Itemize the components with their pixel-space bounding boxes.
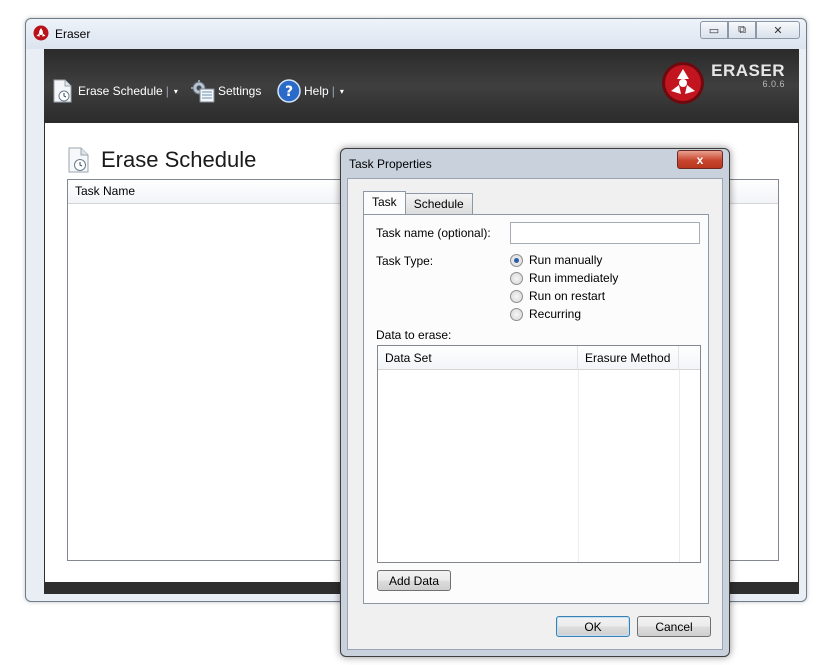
data-list-header: Data Set Erasure Method	[378, 346, 700, 370]
task-name-input[interactable]	[510, 222, 700, 244]
task-type-label: Task Type:	[376, 254, 434, 268]
eraser-logo: ERASER 6.0.6	[661, 61, 785, 105]
radio-run-immediately[interactable]: Run immediately	[510, 271, 618, 285]
erase-schedule-dropdown-icon[interactable]: ▾	[174, 87, 178, 96]
task-properties-dialog: Task Properties x Task Schedule Task nam…	[340, 148, 730, 657]
radio-label: Run immediately	[529, 271, 619, 285]
add-data-button[interactable]: Add Data	[377, 570, 451, 591]
schedule-page-icon	[68, 147, 89, 173]
column-header-data-set[interactable]: Data Set	[378, 346, 578, 370]
data-to-erase-list[interactable]: Data Set Erasure Method	[377, 345, 701, 563]
logo-wordmark: ERASER 6.0.6	[711, 61, 785, 89]
radio-button[interactable]	[510, 289, 523, 303]
tab-task[interactable]: Task	[363, 191, 406, 214]
radio-label: Recurring	[529, 307, 582, 321]
toolbar: Erase Schedule | ▾ Settings ? Help | ▾ E…	[44, 49, 799, 123]
help-dropdown-icon[interactable]: ▾	[340, 87, 344, 96]
column-header-task-name[interactable]: Task Name	[75, 184, 135, 198]
page-title-text: Erase Schedule	[101, 147, 257, 172]
radio-label: Run on restart	[529, 289, 606, 303]
toolbar-separator: |	[331, 84, 335, 98]
erase-schedule-label: Erase Schedule	[78, 84, 163, 98]
svg-text:?: ?	[285, 84, 293, 100]
logo-name: ERASER	[711, 61, 785, 80]
radio-button[interactable]	[510, 271, 523, 285]
radio-run-manually[interactable]: Run manually	[510, 253, 602, 267]
task-tab-panel: Task name (optional): Task Type: Run man…	[363, 214, 709, 604]
task-name-label: Task name (optional):	[376, 226, 491, 240]
radio-run-on-restart[interactable]: Run on restart	[510, 289, 605, 303]
radio-button[interactable]	[510, 307, 523, 321]
cancel-button[interactable]: Cancel	[637, 616, 711, 637]
logo-version: 6.0.6	[762, 79, 785, 89]
settings-label: Settings	[218, 84, 262, 98]
radio-button-checked[interactable]	[510, 253, 523, 267]
settings-gear-icon	[191, 80, 215, 103]
title-bar[interactable]: Eraser ▭ ⧉ ✕	[26, 19, 806, 49]
page-title: Erase Schedule	[67, 147, 256, 173]
data-to-erase-label: Data to erase:	[376, 328, 452, 342]
dialog-title: Task Properties	[349, 157, 432, 171]
tab-schedule[interactable]: Schedule	[404, 193, 473, 214]
toolbar-separator: |	[165, 84, 169, 98]
radio-recurring[interactable]: Recurring	[510, 307, 581, 321]
close-button[interactable]: ✕	[756, 21, 800, 39]
help-question-icon: ?	[277, 79, 301, 103]
minimize-button[interactable]: ▭	[700, 21, 728, 39]
eraser-logo-emblem	[662, 62, 705, 104]
restore-button[interactable]: ⧉	[728, 21, 756, 39]
column-divider	[578, 370, 579, 562]
caption-buttons: ▭ ⧉ ✕	[700, 21, 800, 39]
help-label: Help	[304, 84, 329, 98]
settings-button[interactable]: Settings	[190, 79, 261, 103]
ok-button[interactable]: OK	[556, 616, 630, 637]
dialog-close-button[interactable]: x	[677, 150, 723, 169]
dialog-body: Task Schedule Task name (optional): Task…	[347, 178, 723, 650]
window-title: Eraser	[55, 27, 91, 41]
tab-strip: Task Schedule	[363, 191, 473, 214]
radio-label: Run manually	[529, 253, 603, 267]
eraser-app-icon	[33, 25, 49, 41]
column-header-erasure-method[interactable]: Erasure Method	[578, 346, 679, 370]
erase-schedule-menu[interactable]: Erase Schedule | ▾	[52, 79, 178, 103]
help-menu[interactable]: ? Help | ▾	[277, 79, 344, 103]
schedule-document-icon	[53, 79, 72, 103]
column-divider	[679, 370, 680, 562]
